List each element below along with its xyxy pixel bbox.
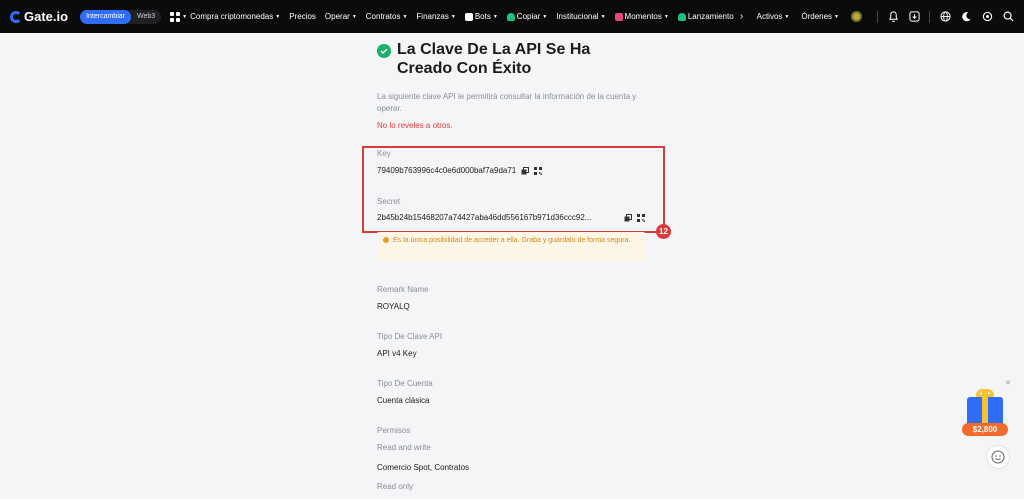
nav-item-institutional[interactable]: Institucional ▼ xyxy=(556,12,605,21)
mode-exchange[interactable]: Intercambiar xyxy=(80,9,131,24)
brand-name: Gate.io xyxy=(24,9,69,24)
nav-item-copy[interactable]: Copiar ▼ xyxy=(506,12,548,21)
permission-mode-read-only: Read only xyxy=(377,482,414,491)
avatar[interactable] xyxy=(851,11,862,22)
nav-item-trade[interactable]: Operar ▼ xyxy=(325,12,357,21)
save-notice-text: Es la única posibilidad de acceder a ell… xyxy=(393,237,631,244)
right-nav: Activos ▼ Órdenes ▼ xyxy=(757,0,1014,33)
moments-icon xyxy=(614,12,623,21)
success-check-icon xyxy=(377,44,391,58)
moon-icon[interactable] xyxy=(960,11,972,23)
gate-logo-icon xyxy=(10,10,22,23)
page-description: La siguiente clave API le permitirá cons… xyxy=(377,92,637,113)
download-icon[interactable] xyxy=(908,11,920,23)
mode-toggle[interactable]: Intercambiar Web3 xyxy=(80,9,162,24)
key-highlight-box xyxy=(362,146,665,233)
gift-amount: $2,800 xyxy=(962,423,1008,436)
save-notice: Es la única posibilidad de acceder a ell… xyxy=(377,232,645,261)
apps-grid-icon[interactable]: ▼ xyxy=(170,11,188,22)
support-face-icon xyxy=(991,450,1005,464)
divider xyxy=(929,10,930,23)
main-nav: Compra criptomonedas ▼ Precios Operar ▼ Co… xyxy=(190,11,743,22)
caret-down-icon: ▼ xyxy=(600,13,606,20)
page-title: La Clave De La API Se Ha Creado Con Éxit… xyxy=(397,41,591,77)
support-chat-button[interactable] xyxy=(986,445,1010,469)
launchpad-icon xyxy=(677,12,686,21)
globe-icon[interactable] xyxy=(939,11,951,23)
bell-icon[interactable] xyxy=(887,11,899,23)
nav-item-launchpad[interactable]: Lanzamiento xyxy=(677,12,736,21)
nav-item-bots[interactable]: Bots ▼ xyxy=(464,12,498,21)
caret-down-icon: ▼ xyxy=(351,13,357,20)
divider xyxy=(877,10,878,23)
security-warning: No lo reveles a otros. xyxy=(377,121,453,130)
nav-item-orders[interactable]: Órdenes ▼ xyxy=(801,12,839,21)
caret-down-icon: ▼ xyxy=(402,13,408,20)
api-key-type-value: API v4 Key xyxy=(377,349,417,358)
nav-item-assets[interactable]: Activos ▼ xyxy=(757,12,790,21)
gift-promo-widget[interactable]: $2,800 xyxy=(962,389,1008,439)
gift-close-icon[interactable]: ✕ xyxy=(1005,379,1011,387)
nav-item-moments[interactable]: Momentos ▼ xyxy=(614,12,669,21)
nav-item-finance[interactable]: Finanzas ▼ xyxy=(416,12,455,21)
settings-icon[interactable] xyxy=(981,11,993,23)
caret-down-icon: ▼ xyxy=(275,13,281,20)
top-navigation-bar: Gate.io Intercambiar Web3 ▼ Compra cript… xyxy=(0,0,1024,33)
account-type-label: Tipo De Cuenta xyxy=(377,379,433,388)
title-row: La Clave De La API Se Ha Creado Con Éxit… xyxy=(377,40,647,78)
gift-bow xyxy=(976,389,994,397)
bot-icon xyxy=(464,12,473,21)
nav-item-buy-crypto[interactable]: Compra criptomonedas ▼ xyxy=(190,12,280,21)
copy-trading-icon xyxy=(506,12,515,21)
permission-mode-read-write: Read and write xyxy=(377,443,431,452)
api-created-panel: La Clave De La API Se Ha Creado Con Éxit… xyxy=(377,40,647,130)
mode-web3[interactable]: Web3 xyxy=(131,10,161,24)
caret-down-icon: ▼ xyxy=(542,13,548,20)
permission-value-spot-contracts: Comercio Spot, Contratos xyxy=(377,463,470,472)
step-number-badge: 12 xyxy=(656,224,671,239)
api-key-type-label: Tipo De Clave API xyxy=(377,332,443,341)
permissions-label: Permisos xyxy=(377,426,411,435)
caret-down-icon: ▼ xyxy=(834,13,839,20)
caret-down-icon: ▼ xyxy=(450,13,456,20)
nav-item-contracts[interactable]: Contratos ▼ xyxy=(366,12,408,21)
caret-down-icon: ▼ xyxy=(182,13,188,20)
gate-logo[interactable]: Gate.io xyxy=(10,9,68,24)
warning-icon xyxy=(383,237,389,243)
search-icon[interactable] xyxy=(1002,11,1014,23)
nav-scroll-right-icon[interactable]: › xyxy=(740,11,743,22)
caret-down-icon: ▼ xyxy=(784,13,790,20)
caret-down-icon: ▼ xyxy=(663,13,669,20)
remark-name-value: ROYALQ xyxy=(377,302,410,311)
nav-item-prices[interactable]: Precios xyxy=(289,12,316,21)
account-type-value: Cuenta clásica xyxy=(377,396,430,405)
remark-name-label: Remark Name xyxy=(377,285,429,294)
caret-down-icon: ▼ xyxy=(492,13,498,20)
